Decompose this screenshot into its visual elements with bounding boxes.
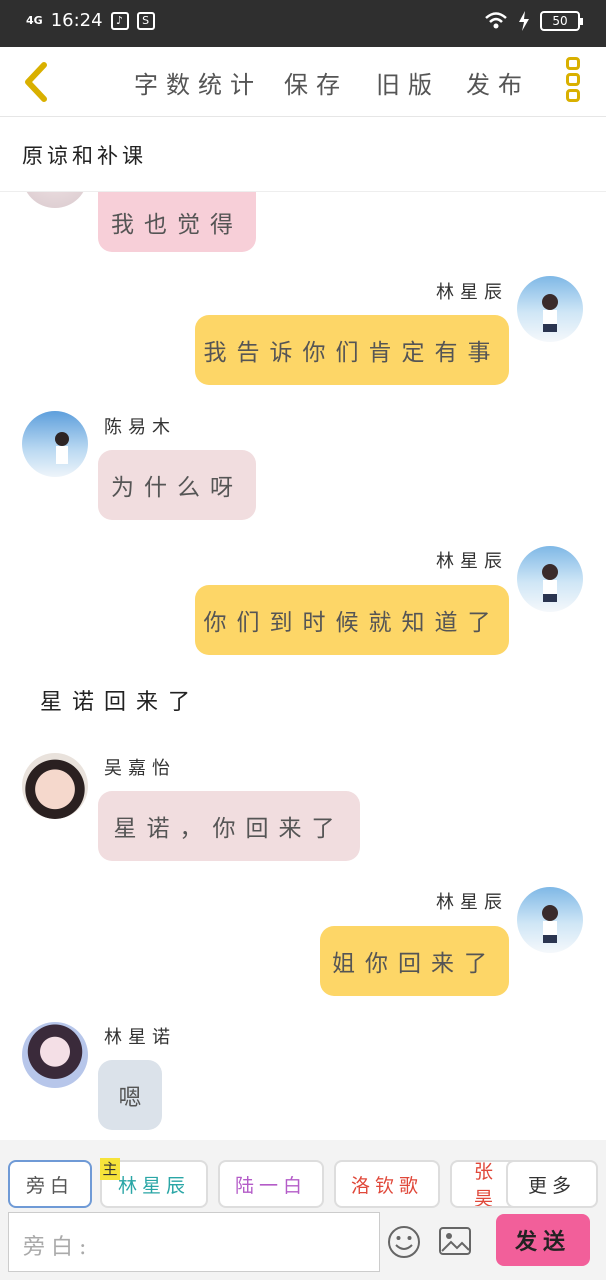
message-input[interactable]: 旁白:: [8, 1212, 380, 1272]
main-role-badge: 主: [100, 1158, 120, 1180]
role-chip-narration[interactable]: 旁白: [8, 1160, 92, 1208]
send-button[interactable]: 发送: [496, 1214, 590, 1266]
role-chip-lu-yibai[interactable]: 陆一白: [218, 1160, 324, 1208]
avatar[interactable]: [22, 753, 88, 819]
avatar[interactable]: [22, 192, 88, 208]
wifi-icon: [485, 12, 507, 29]
message-bubble[interactable]: 为什么呀: [98, 450, 256, 520]
avatar[interactable]: [517, 887, 583, 953]
clock: 16:24: [50, 10, 103, 31]
app-icon: S: [136, 11, 155, 30]
avatar[interactable]: [22, 411, 88, 477]
signal-icon: 4G: [26, 13, 43, 27]
role-chip-luo-qinge[interactable]: 洛钦歌: [334, 1160, 440, 1208]
avatar[interactable]: [517, 546, 583, 612]
input-placeholder: 旁白:: [23, 1235, 93, 1260]
chat-area[interactable]: 我也觉得 林星辰 我告诉你们肯定有事 陈易木 为什么呀 林星辰 你们到时候就知道…: [0, 192, 606, 1140]
message-bubble[interactable]: 嗯: [98, 1060, 162, 1130]
sender-name: 林星诺: [104, 1027, 176, 1048]
more-roles-button[interactable]: 更多: [506, 1160, 598, 1208]
message-bubble[interactable]: 姐你回来了: [320, 926, 509, 996]
save-button[interactable]: 保存: [284, 65, 348, 100]
charging-icon: [519, 11, 529, 31]
old-version-button[interactable]: 旧版: [376, 65, 440, 100]
more-menu-icon[interactable]: [564, 57, 582, 109]
publish-button[interactable]: 发布: [466, 65, 530, 100]
message-bubble[interactable]: 我告诉你们肯定有事: [195, 315, 509, 385]
battery-indicator: 50: [540, 11, 583, 31]
composer-panel: 旁白 林星辰 主 陆一白 洛钦歌 张昊 更多 旁白: 发送: [0, 1140, 606, 1280]
message-bubble[interactable]: 星诺，你回来了: [98, 791, 360, 861]
sender-name: 陈易木: [104, 417, 176, 438]
chapter-title[interactable]: 原谅和补课: [22, 140, 147, 170]
chapter-title-bar[interactable]: 原谅和补课: [0, 118, 606, 192]
status-bar: 4G 16:24 ♪ S 50: [0, 0, 606, 47]
word-count-button[interactable]: 字数统计: [134, 65, 262, 100]
image-icon[interactable]: [438, 1226, 472, 1256]
sender-name: 吴嘉怡: [104, 758, 176, 779]
message-bubble[interactable]: 你们到时候就知道了: [195, 585, 509, 655]
message-bubble[interactable]: 我也觉得: [98, 192, 256, 252]
sender-name: 林星辰: [436, 551, 508, 572]
avatar[interactable]: [517, 276, 583, 342]
avatar[interactable]: [22, 1022, 88, 1088]
smile-icon[interactable]: [386, 1224, 422, 1260]
narration-text[interactable]: 星诺回来了: [40, 684, 200, 716]
music-icon: ♪: [110, 11, 129, 30]
back-arrow-icon[interactable]: [20, 61, 52, 103]
top-toolbar: 字数统计 保存 旧版 发布: [0, 47, 606, 117]
sender-name: 林星辰: [436, 892, 508, 913]
sender-name: 林星辰: [436, 282, 508, 303]
